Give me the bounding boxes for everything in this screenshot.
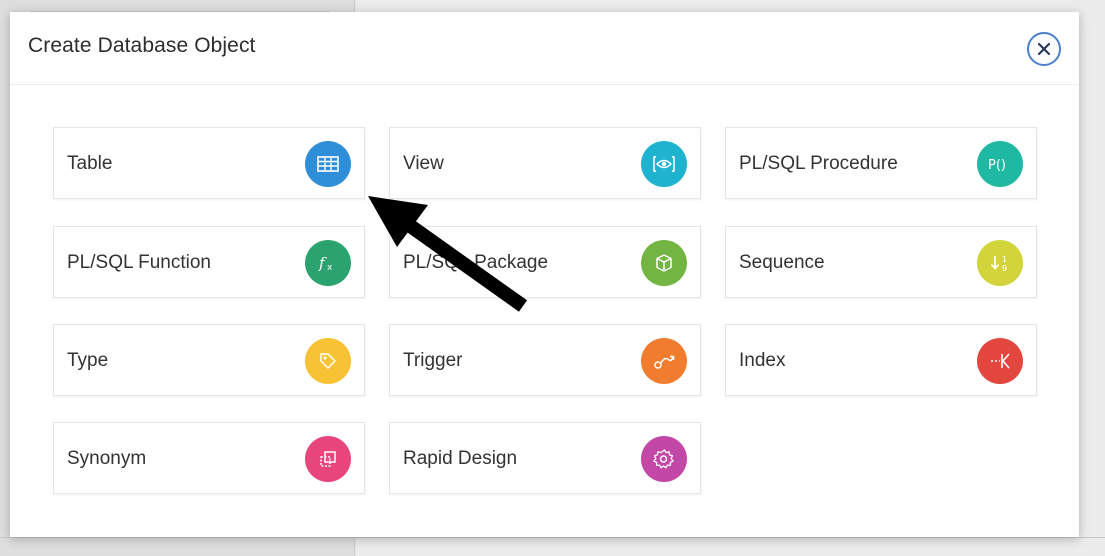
background-tab — [30, 0, 330, 12]
tile-label: PL/SQL Package — [403, 252, 549, 273]
tile-label: Table — [67, 153, 113, 174]
tile-synonym[interactable]: Synonym — [53, 422, 365, 494]
table-icon — [305, 141, 351, 187]
background-divider — [0, 537, 1105, 538]
tile-rapid-design[interactable]: Rapid Design — [389, 422, 701, 494]
tile-label: View — [403, 153, 444, 174]
tile-trigger[interactable]: Trigger — [389, 324, 701, 396]
package-icon — [641, 240, 687, 286]
tile-view[interactable]: View — [389, 127, 701, 199]
svg-text:f: f — [318, 254, 327, 272]
synonym-icon — [305, 436, 351, 482]
create-database-object-dialog: Create Database Object Table View PL/SQL… — [10, 12, 1079, 537]
tile-label: Sequence — [739, 252, 825, 273]
tile-plsql-package[interactable]: PL/SQL Package — [389, 226, 701, 298]
tile-label: Type — [67, 350, 109, 371]
tile-type[interactable]: Type — [53, 324, 365, 396]
function-icon: f x — [305, 240, 351, 286]
trigger-icon — [641, 338, 687, 384]
svg-text:x: x — [327, 263, 333, 273]
svg-text:P(): P() — [988, 158, 1006, 173]
object-type-grid: Table View PL/SQL Procedure P() PL/SQL F… — [10, 12, 1079, 537]
tile-index[interactable]: Index — [725, 324, 1037, 396]
view-icon — [641, 141, 687, 187]
svg-text:9: 9 — [1002, 264, 1007, 273]
tile-plsql-procedure[interactable]: PL/SQL Procedure P() — [725, 127, 1037, 199]
gear-icon — [641, 436, 687, 482]
svg-text:1: 1 — [1002, 255, 1007, 264]
tile-label: Synonym — [67, 448, 147, 469]
tile-sequence[interactable]: Sequence 1 9 — [725, 226, 1037, 298]
tag-icon — [305, 338, 351, 384]
sequence-icon: 1 9 — [977, 240, 1023, 286]
tile-label: Index — [739, 350, 786, 371]
index-icon — [977, 338, 1023, 384]
procedure-icon: P() — [977, 141, 1023, 187]
tile-label: PL/SQL Function — [67, 252, 211, 273]
tile-label: Trigger — [403, 350, 463, 371]
tile-table[interactable]: Table — [53, 127, 365, 199]
tile-plsql-function[interactable]: PL/SQL Function f x — [53, 226, 365, 298]
tile-label: Rapid Design — [403, 448, 518, 469]
tile-label: PL/SQL Procedure — [739, 153, 898, 174]
